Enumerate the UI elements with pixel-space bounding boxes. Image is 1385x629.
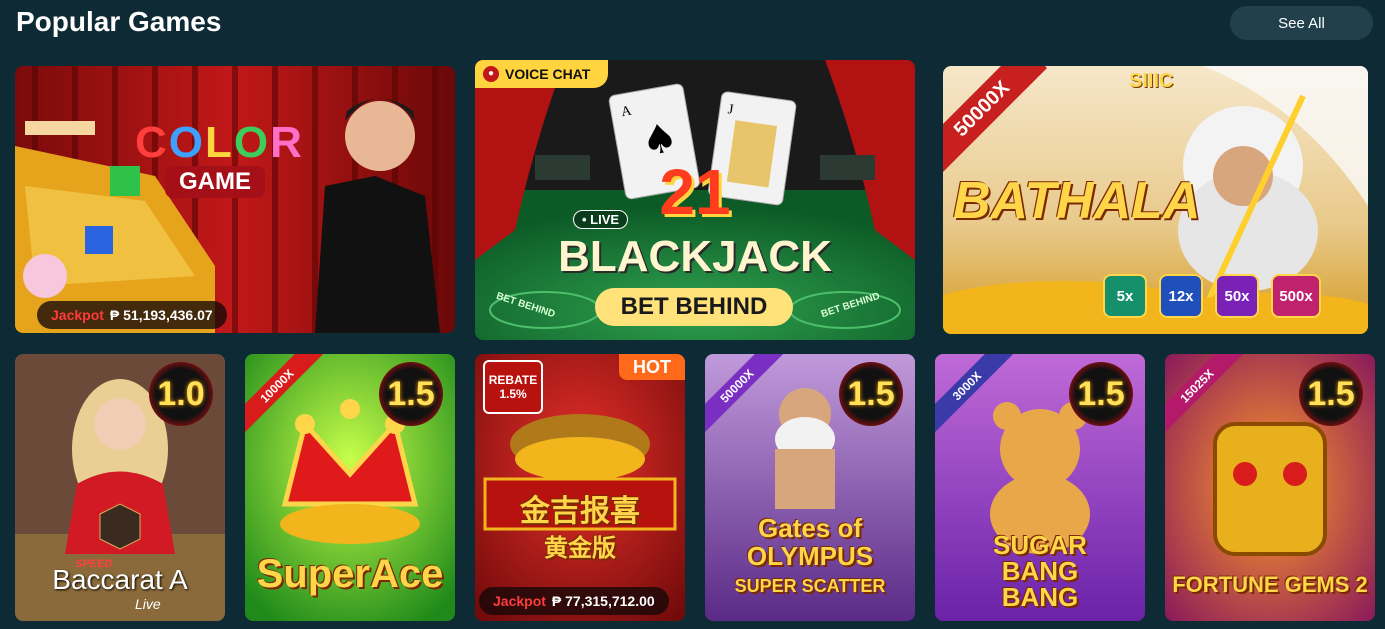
color-game-artwork [15, 66, 455, 333]
chip-12x: 12x [1159, 274, 1203, 318]
bathala-title: BATHALA [953, 172, 1201, 230]
chip-500x: 500x [1271, 274, 1321, 318]
multiplier-chips: 5x 12x 50x 500x [1103, 274, 1321, 318]
rebate-badge: REBATE 1.5% [483, 360, 543, 414]
chip-50x: 50x [1215, 274, 1259, 318]
provider-logo: SIIIC [1129, 70, 1174, 92]
game-card-fortune-gems-2[interactable]: 15025X 1.5 FORTUNE GEMS 2 [1165, 354, 1375, 621]
jackpot-label: Jackpot [493, 593, 546, 609]
voice-chat-badge: ● VOICE CHAT [475, 60, 609, 88]
multiplier-badge: 1.5 [1299, 362, 1363, 426]
game-card-superace[interactable]: 10000X 1.5 SuperAce [245, 354, 455, 621]
superace-title: SuperAce [256, 552, 444, 596]
blackjack-number: 21 [659, 156, 731, 228]
live-label: Live [135, 596, 161, 612]
live-badge: • LIVE [573, 210, 629, 229]
color-game-subtitle: GAME [165, 166, 265, 198]
voice-chat-label: VOICE CHAT [505, 66, 591, 82]
multiplier-badge: 1.0 [149, 362, 213, 426]
sugar-bang-bang-title: SUGAR BANG BANG [993, 530, 1087, 612]
page-title: Popular Games [16, 6, 222, 37]
game-card-bathala[interactable]: 50000X SIIIC BATHALA 5x 12x 50x 500x [943, 66, 1368, 334]
jackpot-display: Jackpot ₱ 51,193,436.07 [37, 301, 227, 329]
jin-ji-bao-xi-subtitle: 黄金版 [544, 534, 616, 562]
multiplier-badge: 1.5 [839, 362, 903, 426]
game-card-jin-ji-bao-xi[interactable]: REBATE 1.5% HOT 金吉报喜 黄金版 Jackpot ₱ 77,31… [475, 354, 685, 621]
baccarat-title: Baccarat A [52, 564, 188, 595]
multiplier-badge: 1.5 [379, 362, 443, 426]
olympus-subtitle: SUPER SCATTER [734, 576, 886, 596]
blackjack-title: BLACKJACK [558, 232, 832, 281]
see-all-button[interactable]: See All [1230, 6, 1373, 40]
jackpot-display: Jackpot ₱ 77,315,712.00 [479, 587, 669, 615]
game-card-sugar-bang-bang[interactable]: 3000X 1.5 SUGAR BANG BANG [935, 354, 1145, 621]
game-card-blackjack[interactable]: A ♠ J ● VOICE CHAT 21 • LIVE BLACKJACK B… [475, 60, 915, 340]
jackpot-value: ₱ 51,193,436.07 [109, 307, 213, 323]
chip-5x: 5x [1103, 274, 1147, 318]
microphone-icon: ● [483, 66, 499, 82]
color-game-logo: COLOR [135, 118, 304, 167]
game-card-gates-of-olympus[interactable]: 50000X 1.5 Gates of OLYMPUS SUPER SCATTE… [705, 354, 915, 621]
olympus-title: Gates of OLYMPUS [746, 513, 874, 571]
multiplier-badge: 1.5 [1069, 362, 1133, 426]
fortune-gems-title: FORTUNE GEMS 2 [1172, 572, 1368, 597]
jin-ji-bao-xi-title: 金吉报喜 [520, 494, 640, 529]
hot-badge: HOT [619, 354, 685, 380]
bet-behind-banner: BET BEHIND [595, 288, 793, 326]
game-card-baccarat[interactable]: 1.0 SPEED Baccarat A Live [15, 354, 225, 621]
jackpot-value: ₱ 77,315,712.00 [551, 593, 655, 609]
jackpot-label: Jackpot [51, 307, 104, 323]
game-card-color-game[interactable]: COLOR GAME Jackpot ₱ 51,193,436.07 [15, 66, 455, 333]
